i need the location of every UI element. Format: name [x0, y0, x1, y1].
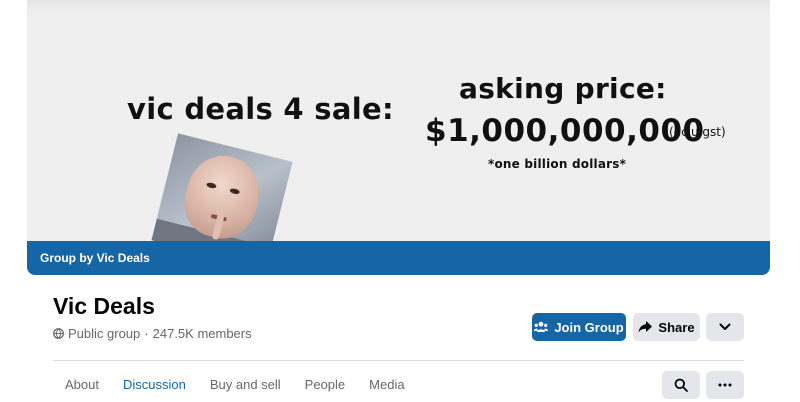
group-icon [534, 321, 549, 332]
group-members-count[interactable]: 247.5K members [153, 326, 252, 341]
cover-meme-subtext: *one billion dollars* [488, 157, 627, 171]
join-group-label: Join Group [554, 319, 624, 335]
header-divider [53, 360, 744, 361]
cover-area: vic deals 4 sale: asking price: $1,000,0… [27, 0, 770, 275]
tab-about[interactable]: About [53, 362, 111, 402]
cover-meme-asking-text: asking price: [459, 72, 667, 105]
group-tabs: About Discussion Buy and sell People Med… [53, 362, 417, 402]
join-group-button[interactable]: Join Group [532, 313, 626, 341]
group-page: vic deals 4 sale: asking price: $1,000,0… [0, 0, 800, 402]
tab-people[interactable]: People [293, 362, 357, 402]
share-button[interactable]: Share [633, 313, 700, 341]
group-title[interactable]: Vic Deals [53, 293, 155, 320]
more-actions-button[interactable] [706, 371, 744, 399]
group-meta: Public group · 247.5K members [53, 326, 252, 341]
tab-buy-and-sell[interactable]: Buy and sell [198, 362, 293, 402]
chevron-down-icon [719, 323, 731, 330]
cover-meme-price-note: (eclu gst) [669, 125, 726, 139]
search-button[interactable] [662, 371, 700, 399]
cover-top-shadow [27, 0, 770, 12]
search-icon [674, 378, 688, 392]
globe-icon [53, 328, 64, 339]
meta-separator: · [144, 326, 149, 341]
group-privacy[interactable]: Public group [68, 326, 140, 341]
cover-meme-price-text: $1,000,000,000 [425, 113, 705, 149]
tab-discussion[interactable]: Discussion [111, 362, 198, 402]
share-arrow-icon [638, 321, 653, 333]
more-options-button[interactable] [706, 313, 744, 341]
cover-meme-left-text: vic deals 4 sale: [127, 92, 394, 126]
tab-media[interactable]: Media [357, 362, 416, 402]
group-by-banner[interactable]: Group by Vic Deals [27, 241, 770, 275]
cover-photo[interactable]: vic deals 4 sale: asking price: $1,000,0… [27, 0, 770, 269]
more-dots-icon [718, 383, 732, 387]
share-label: Share [658, 319, 695, 335]
